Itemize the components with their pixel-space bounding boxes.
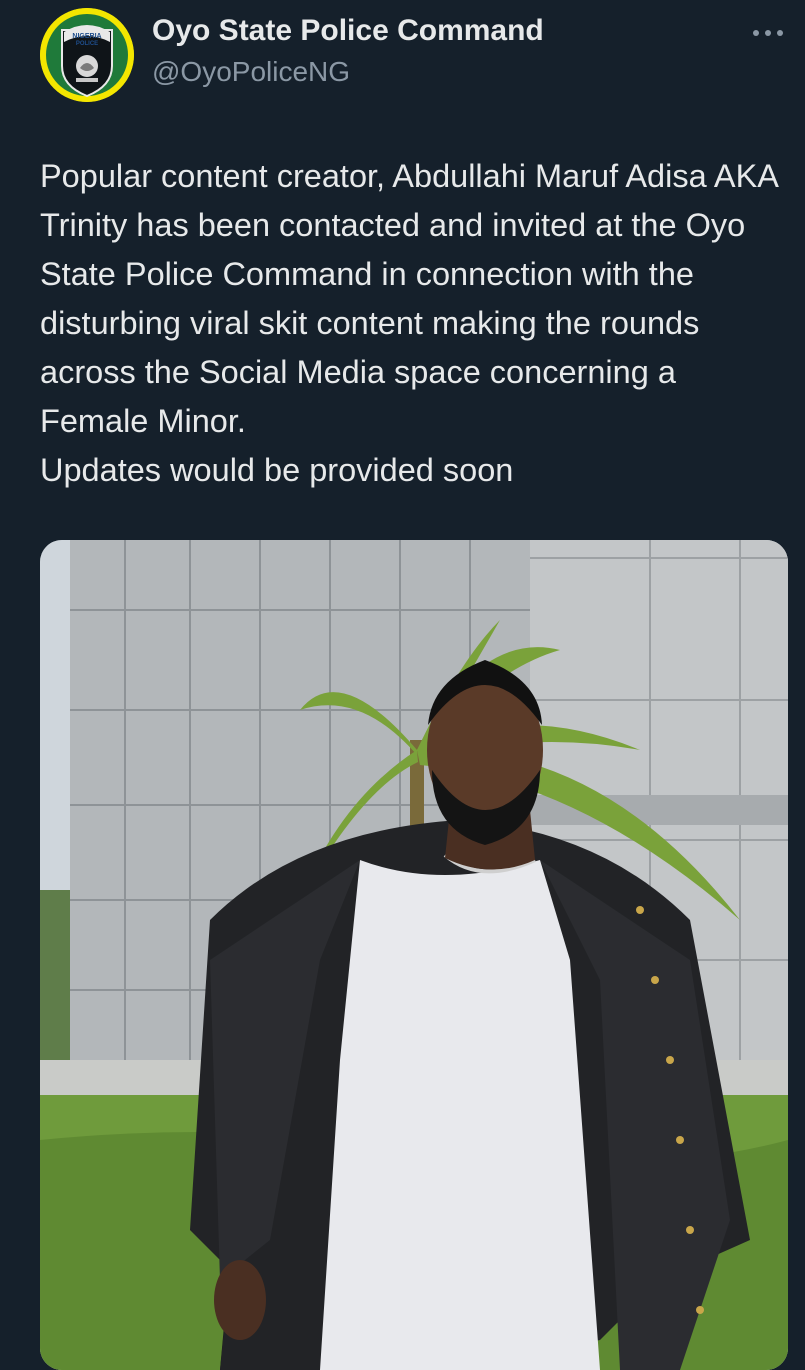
svg-text:NIGERIA: NIGERIA xyxy=(72,33,101,40)
author-name[interactable]: Oyo State Police Command xyxy=(152,14,544,48)
nigeria-police-badge-icon: NIGERIA POLICE xyxy=(40,8,134,102)
more-options-button[interactable] xyxy=(748,18,788,48)
photo-illustration xyxy=(40,540,788,1370)
svg-text:POLICE: POLICE xyxy=(76,41,98,47)
more-options-icon xyxy=(753,30,783,36)
tweet-text: Popular content creator, Abdullahi Maruf… xyxy=(40,158,778,488)
tweet-photo[interactable] xyxy=(40,540,788,1370)
author-avatar[interactable]: NIGERIA POLICE xyxy=(40,8,134,102)
author-handle[interactable]: @OyoPoliceNG xyxy=(152,56,350,88)
